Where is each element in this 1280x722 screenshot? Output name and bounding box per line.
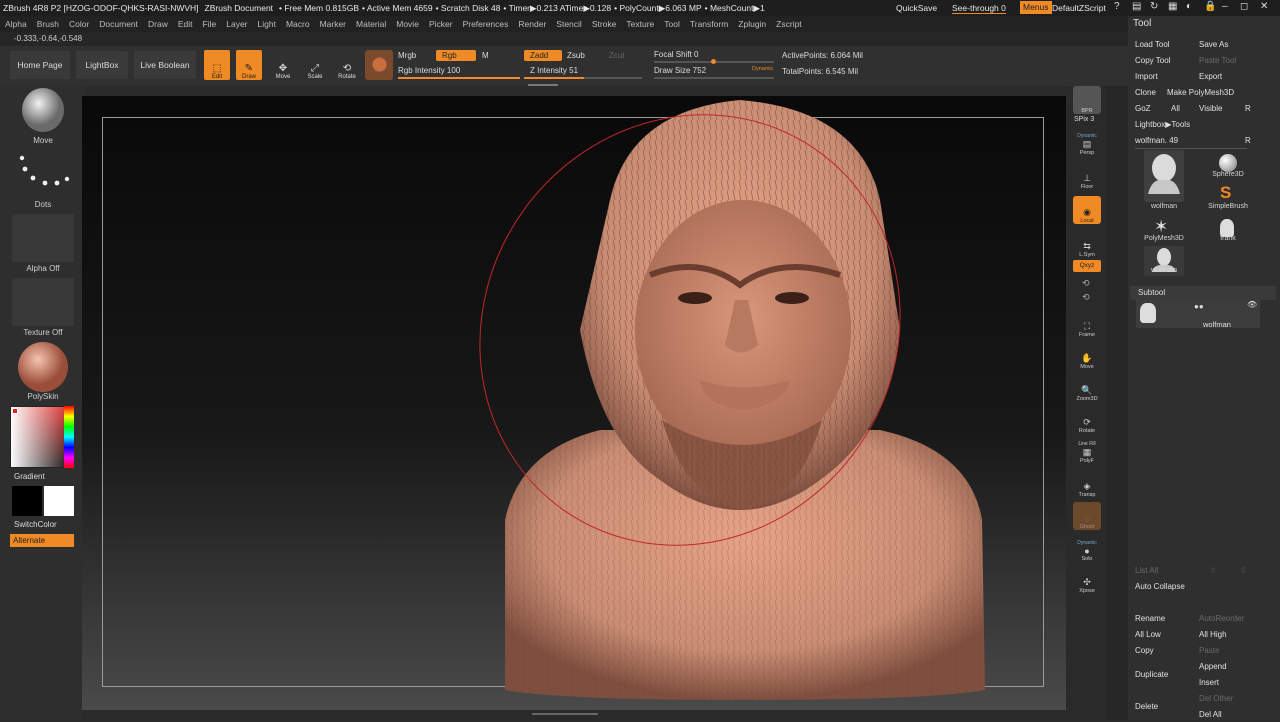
frame-icon: ⛶ [1083, 321, 1091, 331]
polymesh3d-icon[interactable]: ✶ [1154, 217, 1168, 237]
copy-button[interactable]: Copy [1135, 646, 1154, 658]
append-button[interactable]: Append [1199, 662, 1227, 674]
sphere3d-icon[interactable] [1219, 154, 1237, 172]
local-button[interactable]: ◉ Local [1073, 196, 1101, 224]
r-button[interactable]: R [1245, 104, 1251, 116]
tool-label-wolfman: wolfman [1150, 203, 1178, 210]
lsym-icon: ⇆ [1083, 241, 1091, 251]
move-up-icon[interactable]: ⇧ [1210, 566, 1217, 575]
qxyz-button[interactable]: Qxyz [1073, 260, 1101, 272]
bottom-shelf [82, 710, 1066, 720]
lightbox-tools-button[interactable]: Lightbox▶Tools [1135, 120, 1190, 132]
rename-button[interactable]: Rename [1135, 614, 1165, 626]
solo-button[interactable]: Dynamic ● Solo [1073, 534, 1101, 562]
insert-button[interactable]: Insert [1199, 678, 1219, 690]
persp-icon: ▤ [1082, 139, 1092, 149]
subtool-visibility-icon[interactable]: ●● [1194, 302, 1204, 311]
bpr-button[interactable]: BPR [1073, 86, 1101, 114]
bottom-handle[interactable] [532, 713, 598, 715]
transparency-icon: ◈ [1083, 481, 1091, 491]
transp-button[interactable]: ◈ Transp [1073, 470, 1101, 498]
rotate-view-icon: ⟳ [1083, 417, 1091, 427]
wolfman-thumb-icon [1148, 154, 1180, 194]
ghost-icon: ◌ [1084, 514, 1090, 524]
polyf-button[interactable]: Line Fill ▦ PolyF [1073, 436, 1101, 464]
tool-label-sphere3d: Sphere3D [1212, 171, 1244, 178]
tool-label-frank: frank [1220, 235, 1236, 242]
z-axis-icon[interactable]: ⟲ [1082, 292, 1090, 303]
del-all-button[interactable]: Del All [1199, 710, 1222, 722]
polyframe-icon: ▦ [1082, 447, 1092, 457]
copy-tool-button[interactable]: Copy Tool [1135, 56, 1170, 68]
xpose-icon: ✣ [1083, 577, 1091, 587]
zoom3d-button[interactable]: 🔍 Zoom3D [1073, 374, 1101, 402]
subtool-thumb-icon [1140, 303, 1156, 323]
save-as-button[interactable]: Save As [1199, 40, 1228, 52]
clone-button[interactable]: Clone [1135, 88, 1156, 100]
subtool-eye-icon[interactable]: 👁 [1247, 300, 1257, 309]
duplicate-button[interactable]: Duplicate [1135, 670, 1168, 682]
tool-label-polymesh3d: PolyMesh3D [1144, 235, 1184, 242]
auto-collapse-button[interactable]: Auto Collapse [1135, 582, 1185, 594]
frame-button[interactable]: ⛶ Frame [1073, 310, 1101, 338]
magnifier-icon: 🔍 [1081, 385, 1093, 395]
make-polymesh-button[interactable]: Make PolyMesh3D [1167, 88, 1234, 100]
rotate-view-button[interactable]: ⟳ Rotate [1073, 406, 1101, 434]
paste-tool-button[interactable]: Paste Tool [1199, 56, 1236, 68]
tool-palette: Tool Load Tool Save As Copy Tool Paste T… [1128, 16, 1280, 720]
floor-icon: ⊥ [1083, 173, 1091, 183]
spix-slider[interactable]: SPix 3 [1074, 116, 1094, 123]
local-icon: ◉ [1083, 207, 1091, 217]
lsym-button[interactable]: ⇆ L.Sym [1073, 230, 1101, 258]
r-button-2[interactable]: R [1245, 136, 1251, 148]
paste-button[interactable]: Paste [1199, 646, 1219, 658]
load-tool-button[interactable]: Load Tool [1135, 40, 1170, 52]
move-view-button[interactable]: ✋ Move [1073, 342, 1101, 370]
current-tool-track[interactable] [1135, 148, 1247, 149]
current-tool-slider[interactable]: wolfman. 49 [1135, 136, 1178, 148]
visible-button[interactable]: Visible [1199, 104, 1222, 116]
right-shelf: BPR SPix 3 Dynamic ▤ Persp ⊥ Floor ◉ Loc… [1066, 86, 1106, 720]
all-low-button[interactable]: All Low [1135, 630, 1161, 642]
auto-reorder-button[interactable]: AutoReorder [1199, 614, 1244, 626]
del-other-button[interactable]: Del Other [1199, 694, 1233, 706]
tray-scrollbar[interactable] [1106, 86, 1128, 720]
floor-button[interactable]: ⊥ Floor [1073, 162, 1101, 190]
list-all-button[interactable]: List All [1135, 566, 1158, 578]
y-axis-icon[interactable]: ⟲ [1082, 278, 1090, 289]
all-high-button[interactable]: All High [1199, 630, 1227, 642]
tool-palette-title[interactable]: Tool [1133, 18, 1151, 29]
goz-button[interactable]: GoZ [1135, 104, 1151, 116]
export-button[interactable]: Export [1199, 72, 1222, 84]
persp-button[interactable]: Dynamic ▤ Persp [1073, 128, 1101, 156]
tool-label-simplebrush: SimpleBrush [1208, 203, 1248, 210]
subtool-item[interactable]: wolfman ●● [1136, 300, 1260, 329]
move-down-icon[interactable]: ⇩ [1240, 566, 1247, 575]
wolfman-tool-thumbnail[interactable] [1144, 150, 1184, 202]
ghost-button[interactable]: ◌ Ghost [1073, 502, 1101, 530]
goz-all-button[interactable]: All [1171, 104, 1180, 116]
simplebrush-icon[interactable]: S [1220, 183, 1231, 203]
import-button[interactable]: Import [1135, 72, 1158, 84]
delete-button[interactable]: Delete [1135, 702, 1158, 714]
xpose-button[interactable]: ✣ Xpose [1073, 566, 1101, 594]
hand-icon: ✋ [1081, 353, 1093, 363]
solo-icon: ● [1084, 546, 1090, 556]
subtool-header[interactable]: Subtool [1130, 286, 1276, 300]
tool-label-wolfman-2: wolfman [1150, 267, 1178, 274]
